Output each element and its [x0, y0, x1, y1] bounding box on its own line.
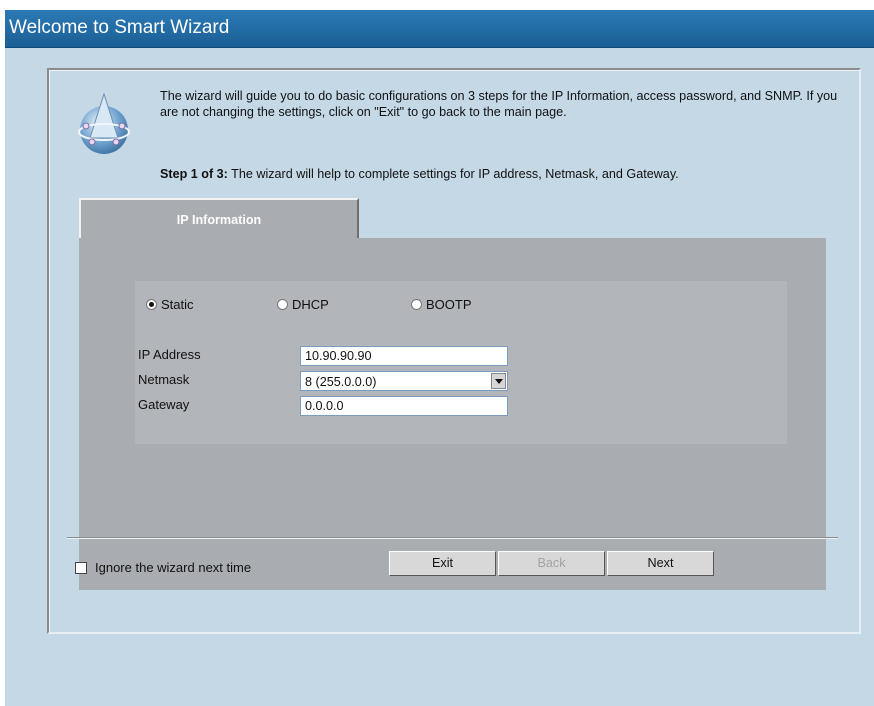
radio-dhcp[interactable]: DHCP	[277, 295, 329, 313]
tab-ip-information[interactable]: IP Information	[79, 198, 359, 238]
radio-button[interactable]	[277, 298, 288, 310]
radio-label: Static	[161, 296, 194, 312]
intro-text: The wizard will guide you to do basic co…	[160, 89, 838, 119]
tab-label: IP Information	[176, 213, 262, 227]
ip-address-input[interactable]	[300, 346, 508, 366]
netmask-select[interactable]: 8 (255.0.0.0)	[300, 371, 508, 391]
wizard-window: Welcome to Smart Wizard The wizard will …	[5, 10, 874, 706]
netmask-value: 8 (255.0.0.0)	[305, 375, 377, 389]
radio-button[interactable]	[411, 298, 422, 310]
netmask-label: Netmask	[138, 372, 190, 387]
ip-mode-group: Static DHCP BOOTP	[135, 295, 787, 313]
step-text: Step 1 of 3: The wizard will help to com…	[160, 166, 850, 182]
ip-settings-group: Static DHCP BOOTP IP Address Netmask 8 (	[135, 281, 787, 444]
gateway-label: Gateway	[138, 397, 190, 412]
back-button[interactable]: Back	[498, 551, 605, 576]
chevron-down-icon[interactable]	[491, 373, 506, 389]
wizard-panel: The wizard will guide you to do basic co…	[47, 68, 861, 634]
ignore-wizard-label: Ignore the wizard next time	[95, 560, 252, 575]
step-description: The wizard will help to complete setting…	[227, 167, 679, 181]
gateway-input[interactable]	[300, 396, 508, 416]
ignore-wizard-checkbox[interactable]	[75, 561, 87, 574]
radio-label: DHCP	[292, 296, 329, 312]
footer-divider	[67, 537, 838, 539]
smart-wizard-globe-icon	[78, 92, 130, 154]
ip-address-label: IP Address	[138, 347, 201, 362]
window-title: Welcome to Smart Wizard	[9, 17, 230, 38]
exit-button[interactable]: Exit	[389, 551, 496, 576]
radio-static[interactable]: Static	[146, 295, 194, 313]
radio-bootp[interactable]: BOOTP	[411, 295, 472, 313]
radio-label: BOOTP	[426, 296, 472, 312]
title-bar: Welcome to Smart Wizard	[5, 10, 874, 48]
next-button[interactable]: Next	[607, 551, 714, 576]
step-prefix: Step 1 of 3:	[160, 167, 228, 181]
ignore-wizard-option[interactable]: Ignore the wizard next time	[75, 560, 251, 575]
radio-button[interactable]	[146, 298, 157, 310]
